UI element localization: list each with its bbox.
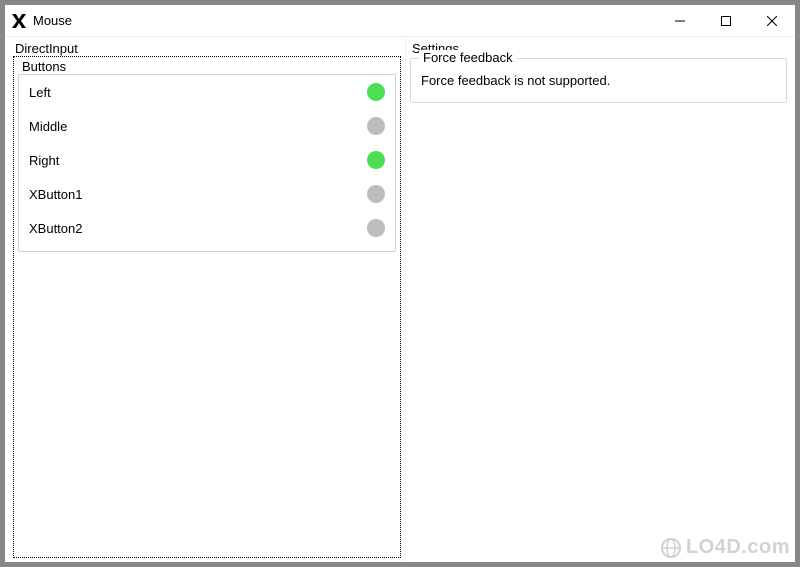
window-title: Mouse bbox=[33, 13, 72, 28]
minimize-button[interactable] bbox=[657, 5, 703, 37]
indicator-icon bbox=[367, 117, 385, 135]
maximize-button[interactable] bbox=[703, 5, 749, 37]
indicator-icon bbox=[367, 83, 385, 101]
button-row: XButton1 bbox=[19, 177, 395, 211]
button-label-xbutton2: XButton2 bbox=[29, 221, 367, 236]
force-feedback-panel: Force feedback Force feedback is not sup… bbox=[410, 58, 787, 103]
force-feedback-legend: Force feedback bbox=[419, 50, 517, 65]
titlebar[interactable]: Mouse bbox=[5, 5, 795, 37]
button-row: XButton2 bbox=[19, 211, 395, 245]
button-label-middle: Middle bbox=[29, 119, 367, 134]
app-icon bbox=[11, 13, 27, 29]
button-label-right: Right bbox=[29, 153, 367, 168]
button-row: Left bbox=[19, 75, 395, 109]
watermark: LO4D.com bbox=[660, 536, 790, 559]
button-label-xbutton1: XButton1 bbox=[29, 187, 367, 202]
globe-icon bbox=[660, 537, 682, 559]
buttons-group-label: Buttons bbox=[18, 59, 396, 74]
force-feedback-message: Force feedback is not supported. bbox=[421, 73, 776, 88]
right-pane: Settings Force feedback Force feedback i… bbox=[405, 37, 795, 562]
buttons-panel: Left Middle Right XButton1 bbox=[18, 74, 396, 252]
directinput-panel: Buttons Left Middle Right bbox=[13, 56, 401, 558]
app-window: Mouse DirectInput Buttons Left bbox=[4, 4, 796, 563]
directinput-label: DirectInput bbox=[13, 41, 401, 56]
indicator-icon bbox=[367, 151, 385, 169]
button-row: Right bbox=[19, 143, 395, 177]
indicator-icon bbox=[367, 185, 385, 203]
left-pane: DirectInput Buttons Left Middle Right bbox=[5, 37, 405, 562]
watermark-text: LO4D.com bbox=[686, 536, 790, 559]
close-button[interactable] bbox=[749, 5, 795, 37]
button-label-left: Left bbox=[29, 85, 367, 100]
button-row: Middle bbox=[19, 109, 395, 143]
content-area: DirectInput Buttons Left Middle Right bbox=[5, 37, 795, 562]
indicator-icon bbox=[367, 219, 385, 237]
